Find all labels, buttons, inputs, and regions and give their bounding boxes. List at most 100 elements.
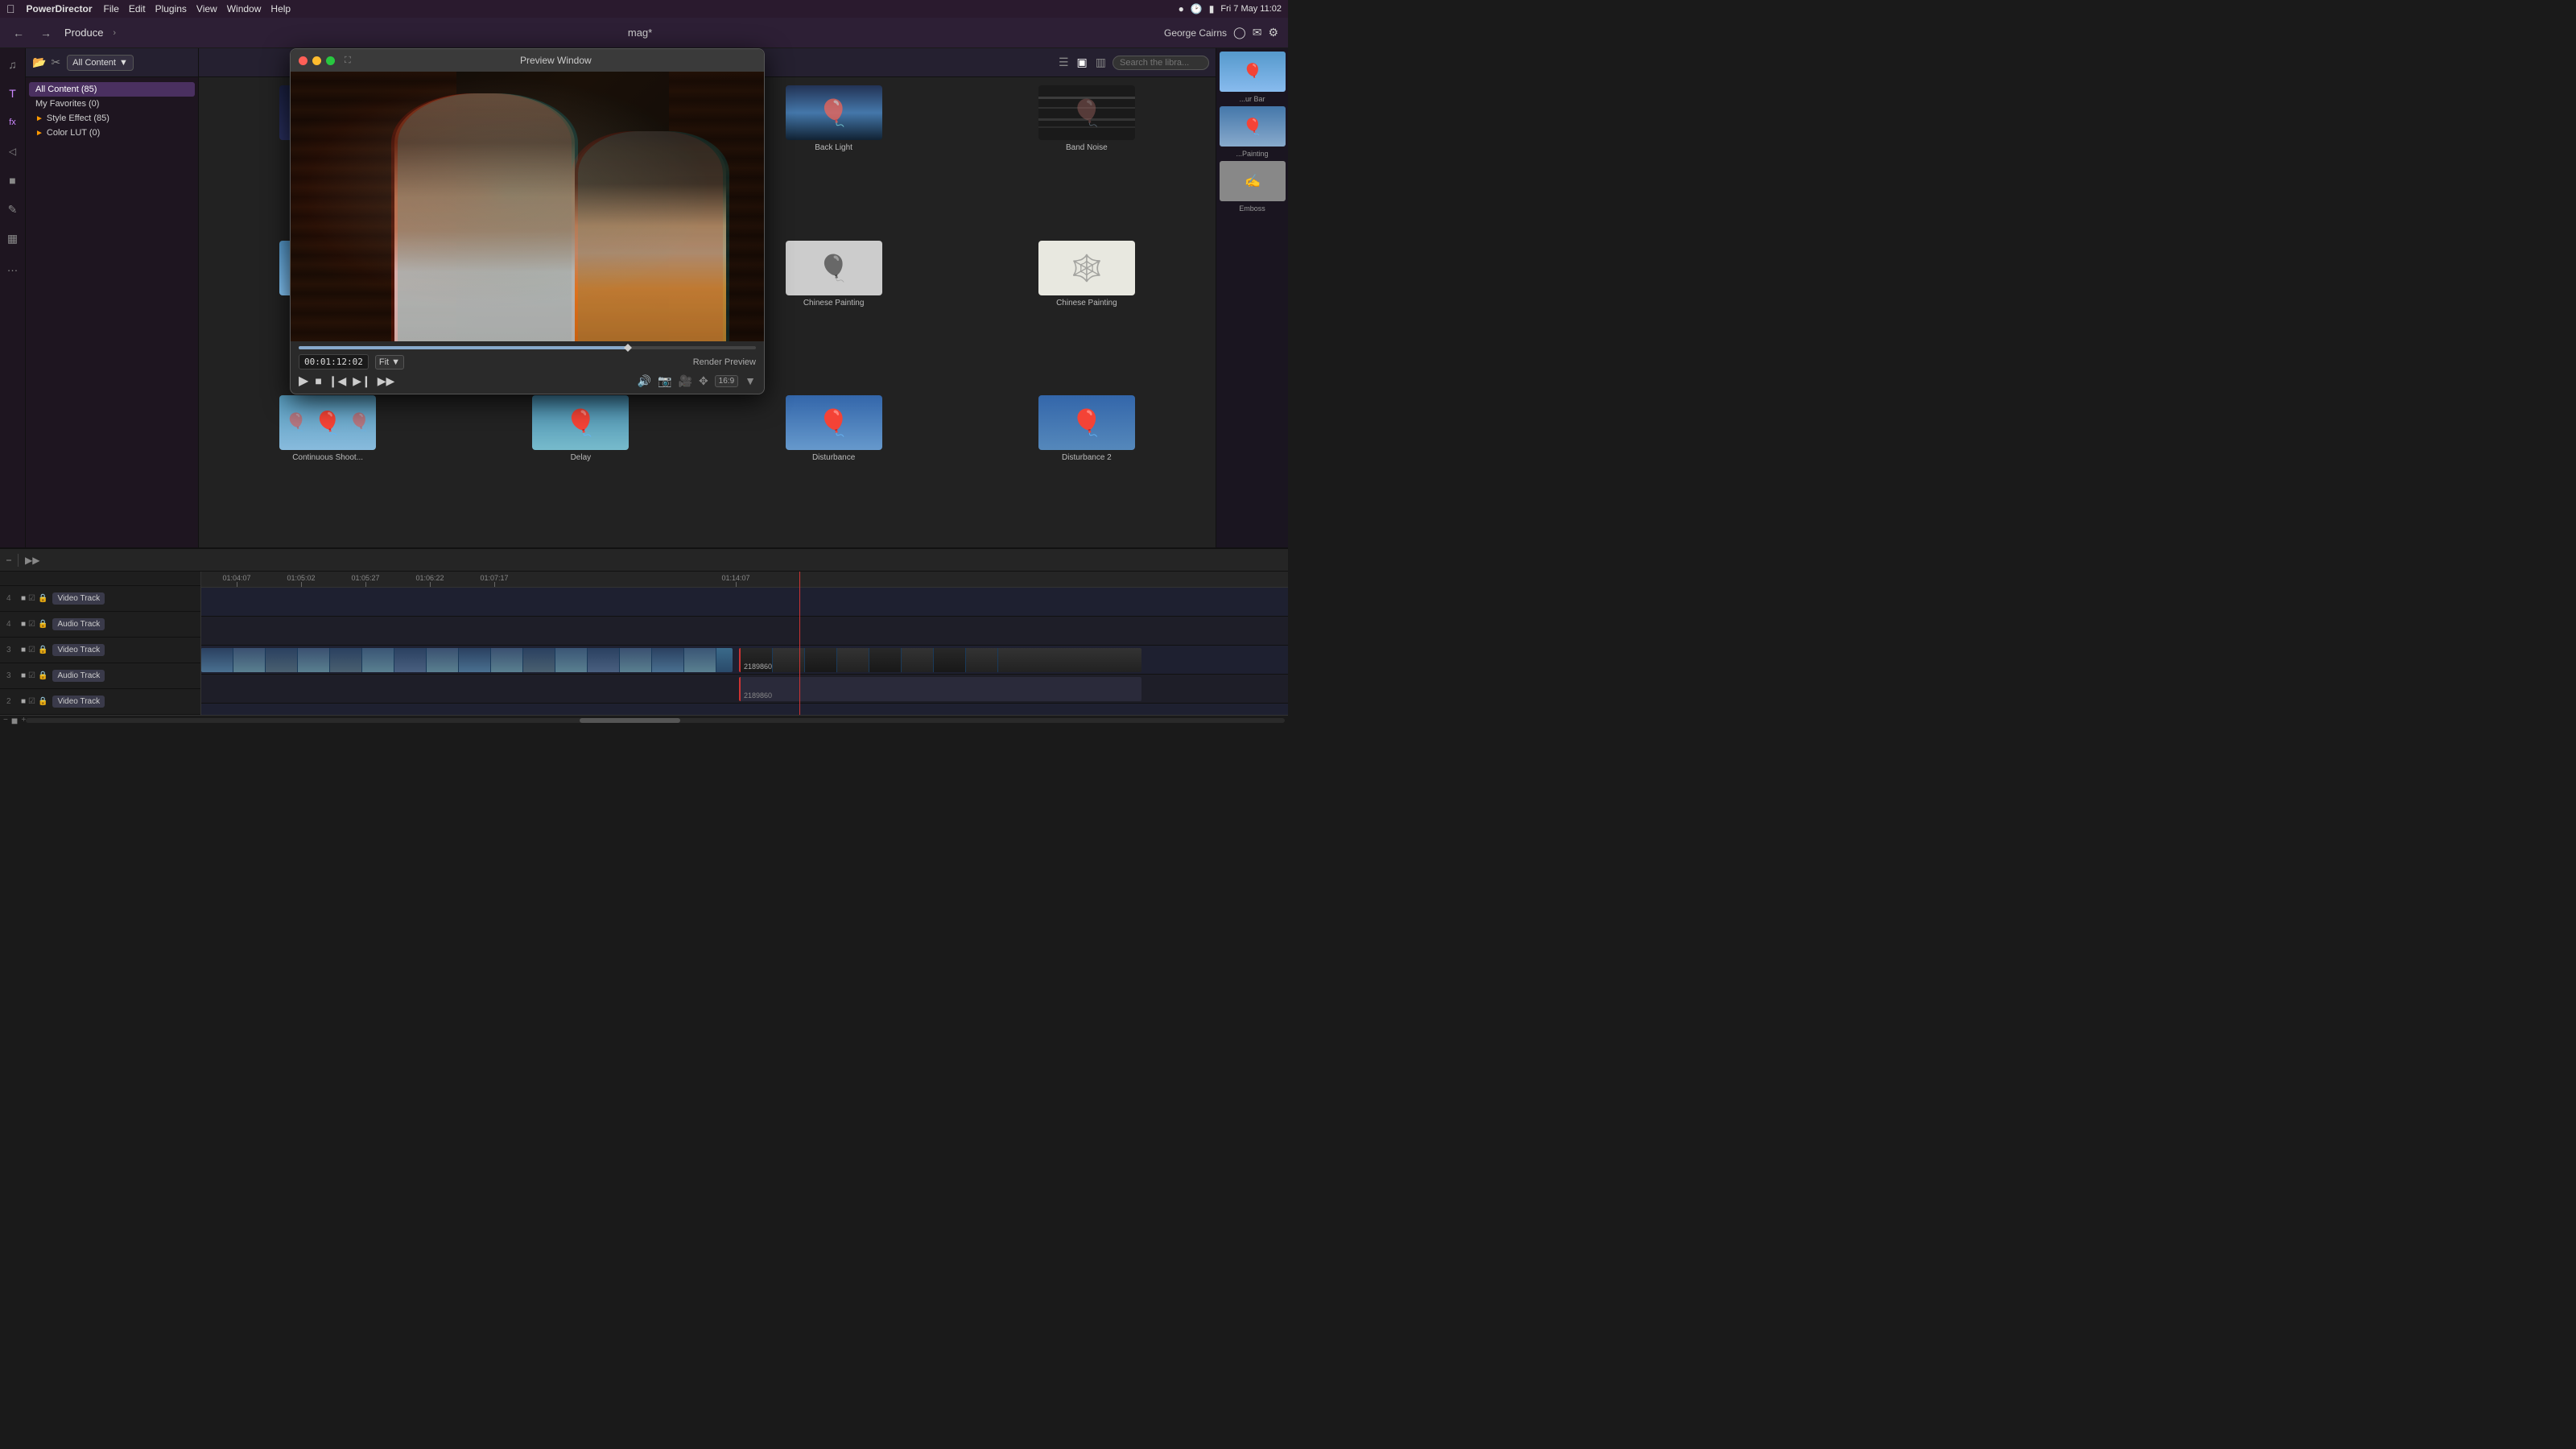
emboss-bg: ✍ [1220,161,1286,201]
minimize-button[interactable] [312,56,321,65]
sidebar-icon-text[interactable]: T [3,84,23,103]
scissors-icon[interactable]: ✂ [51,56,60,69]
menu-view[interactable]: View [196,3,217,14]
sidebar-icon-music[interactable]: ♫ [3,55,23,74]
track-check-4a[interactable]: ☑ [28,620,35,629]
step-back-button[interactable]: ❙◀ [328,374,347,388]
tl-skip-btn[interactable]: ▶▶ [25,555,39,566]
video-clip-main[interactable] [201,648,733,672]
screenshot-icon[interactable]: 📷 [658,374,671,388]
menu-plugins[interactable]: Plugins [155,3,187,14]
tl-split-btn[interactable]: ⎯ [6,554,11,566]
list-view-btn[interactable]: ☰ [1057,54,1071,71]
apple-menu[interactable]:  [6,2,15,15]
right-thumb-2[interactable]: 🎈 [1220,106,1286,147]
sidebar-icon-layers[interactable]: ▦ [3,229,23,248]
progress-thumb[interactable] [624,344,632,352]
contshoot-label: Continuous Shoot... [292,453,363,462]
track-check-4v[interactable]: ☑ [28,594,35,603]
track-lock-2v[interactable]: 🔒 [38,697,47,706]
track-lock-4v[interactable]: 🔒 [38,594,47,603]
window-title: mag* [126,27,1154,39]
film-frame-14 [620,648,652,672]
effect-disturbance-2[interactable]: 🎈 Disturbance 2 [961,390,1212,544]
menu-file[interactable]: File [104,3,119,14]
effect-bandnoise[interactable]: 🎈 Band Noise [961,80,1212,234]
settings-icon[interactable]: ⚙ [1268,26,1278,39]
scroll-thumb[interactable] [580,718,680,723]
large-grid-view-btn[interactable]: ▥ [1094,54,1108,71]
notification-icon[interactable]: ✉ [1253,26,1262,39]
menu-help[interactable]: Help [270,3,291,14]
zoom-minus-btn[interactable]: − [3,716,8,724]
expand-icon[interactable]: ⛶ [345,56,351,66]
play-button[interactable]: ▶ [299,373,308,389]
sidebar-icon-crop[interactable]: ■ [3,171,23,190]
sidebar-icon-expand[interactable]: ◁ [3,142,23,161]
effect-disturbance[interactable]: 🎈 Disturbance [708,390,960,544]
track-lock-3v[interactable]: 🔒 [38,646,47,654]
right-thumb-3[interactable]: ✍ [1220,161,1286,201]
fit-dropdown[interactable]: Fit ▼ [375,355,404,369]
fast-forward-button[interactable]: ▶▶ [378,374,395,388]
menu-edit[interactable]: Edit [129,3,146,14]
clock-icon: 🕑 [1191,3,1203,14]
track-check-3a[interactable]: ☑ [28,671,35,680]
effect-delay[interactable]: 🎈 Delay [455,390,706,544]
track-icons-4a: ■ ☑ 🔒 [21,620,47,629]
step-forward-button[interactable]: ▶❙ [353,374,371,388]
battery-icon: ▮ [1209,3,1215,14]
fullscreen-icon[interactable]: ✥ [699,374,708,388]
left-sidebar: ♫ T fx ◁ ■ ✎ ▦ … [0,48,26,547]
close-button[interactable] [299,56,308,65]
track-check-2v[interactable]: ☑ [28,697,35,706]
render-preview-button[interactable]: Render Preview [693,357,756,367]
upload-icon[interactable]: 📂 [32,56,46,69]
tree-item-style-effect[interactable]: ► Style Effect (85) [29,111,195,126]
playhead[interactable] [799,572,800,715]
user-icon[interactable]: ◯ [1233,26,1246,39]
aspect-chevron[interactable]: ▼ [745,374,756,387]
track-lock-3a[interactable]: 🔒 [38,671,47,680]
right-thumb-1[interactable]: 🎈 [1220,52,1286,92]
contshoot-b2: 🎈 [314,410,342,436]
preview-titlebar: ⛶ Preview Window [291,49,764,72]
track-visible-2v[interactable]: ■ [21,697,26,706]
effect-contshoot[interactable]: 🎈 🎈 🎈 Continuous Shoot... [202,390,453,544]
sidebar-icon-paint[interactable]: ✎ [3,200,23,219]
user-area: George Cairns ◯ ✉ ⚙ [1164,26,1278,39]
grid-view-btn[interactable]: ▣ [1075,54,1089,71]
scroll-track[interactable] [26,718,1285,723]
ruler-tick-2 [365,582,366,587]
app-name[interactable]: PowerDirector [27,3,93,14]
track-visible-4v[interactable]: ■ [21,594,26,603]
forward-button[interactable]: → [37,25,55,41]
progress-bar[interactable] [299,346,756,349]
fullscreen-button[interactable] [326,56,335,65]
tree-item-all-content[interactable]: All Content (85) [29,82,195,97]
back-button[interactable]: ← [10,25,27,41]
tree-item-color-lut[interactable]: ► Color LUT (0) [29,126,195,140]
search-input[interactable] [1113,56,1209,70]
menu-window[interactable]: Window [227,3,262,14]
tree-item-favorites[interactable]: My Favorites (0) [29,97,195,111]
effect-chinese-painting-2[interactable]: 🕸️ Chinese Painting [961,236,1212,390]
rt2-label: ...Painting [1220,148,1285,159]
produce-label[interactable]: Produce [64,27,103,39]
track-check-3v[interactable]: ☑ [28,646,35,654]
dropdown-label: All Content [72,58,116,68]
track-visible-3v[interactable]: ■ [21,646,26,654]
ruler-mark-1: 01:05:02 [269,574,333,587]
content-dropdown[interactable]: All Content ▼ [67,55,134,71]
controls-row: 00:01:12:02 Fit ▼ Render Preview [299,354,756,369]
sidebar-icon-effects[interactable]: fx [3,113,23,132]
track-lock-4a[interactable]: 🔒 [38,620,47,629]
track-visible-4a[interactable]: ■ [21,620,26,629]
clip-icon[interactable]: 🎥 [679,374,692,388]
track-visible-3a[interactable]: ■ [21,671,26,680]
delay-thumb: 🎈 [532,395,629,450]
stop-button[interactable]: ■ [315,374,321,387]
timeline-tracks[interactable]: 01:04:07 01:05:02 01:05:27 01:06:22 [201,572,1288,715]
sidebar-icon-more[interactable]: … [3,258,23,277]
volume-icon[interactable]: 🔊 [638,374,651,388]
